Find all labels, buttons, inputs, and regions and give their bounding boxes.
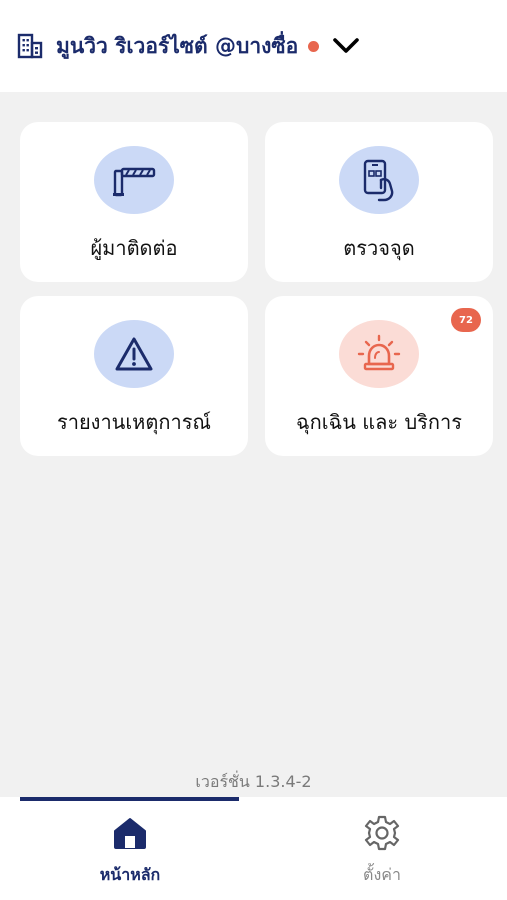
notification-badge: 72 xyxy=(451,308,481,332)
building-icon xyxy=(16,31,46,61)
incident-report-label: รายงานเหตุการณ์ xyxy=(56,410,211,434)
chevron-down-icon[interactable] xyxy=(331,34,361,58)
visitor-tile[interactable]: ผู้มาติดต่อ xyxy=(20,122,248,282)
incident-report-tile[interactable]: รายงานเหตุการณ์ xyxy=(20,296,248,456)
phone-scan-icon xyxy=(339,146,419,214)
checkpoint-label: ตรวจจุด xyxy=(343,236,415,260)
nav-home-label: หน้าหลัก xyxy=(99,865,161,884)
checkpoint-tile[interactable]: ตรวจจุด xyxy=(265,122,493,282)
status-dot xyxy=(308,40,320,52)
emergency-service-label: ฉุกเฉิน และ บริการ xyxy=(296,410,462,434)
header-bar: มูนวิว ริเวอร์ไซต์ @บางซื่อ xyxy=(0,0,507,92)
barrier-gate-icon xyxy=(94,146,174,214)
home-icon xyxy=(60,813,200,853)
gear-icon xyxy=(312,813,452,853)
nav-settings-label: ตั้งค่า xyxy=(363,865,401,884)
app-version: เวอร์ชั่น 1.3.4-2 xyxy=(195,772,312,791)
nav-settings[interactable]: ตั้งค่า xyxy=(312,813,452,888)
active-tab-indicator xyxy=(20,797,239,801)
bottom-nav: หน้าหลัก ตั้งค่า xyxy=(0,797,507,900)
site-name[interactable]: มูนวิว ริเวอร์ไซต์ @บางซื่อ xyxy=(56,30,298,63)
visitor-label: ผู้มาติดต่อ xyxy=(90,236,178,260)
emergency-service-tile[interactable]: ฉุกเฉิน และ บริการ 72 xyxy=(265,296,493,456)
nav-home[interactable]: หน้าหลัก xyxy=(60,813,200,888)
warning-icon xyxy=(94,320,174,388)
siren-icon xyxy=(339,320,419,388)
